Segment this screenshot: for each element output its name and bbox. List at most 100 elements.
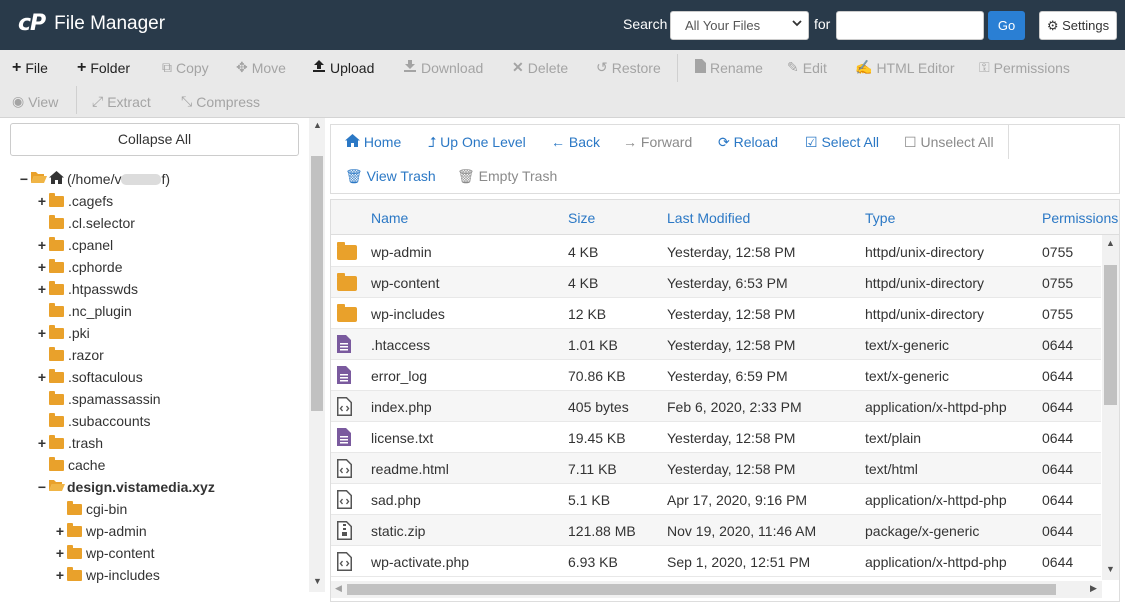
new-file-button[interactable]: + File: [12, 59, 48, 77]
scroll-up-arrow-icon[interactable]: ▲: [313, 120, 322, 130]
up-one-level-button[interactable]: ⮥ Up One Level: [428, 134, 526, 151]
home-button[interactable]: Home: [345, 134, 401, 150]
tree-item[interactable]: .nc_plugin: [36, 300, 132, 322]
search-input[interactable]: [836, 11, 984, 40]
tree-root[interactable]: − (/home/v f): [18, 168, 170, 190]
tree-item[interactable]: cache: [36, 454, 105, 476]
compress-button[interactable]: ⤡ Compress: [181, 93, 260, 110]
select-all-button[interactable]: ☑ Select All: [805, 134, 879, 151]
empty-trash-button[interactable]: 🗑 Empty Trash: [457, 168, 557, 185]
scroll-down-arrow-icon[interactable]: ▼: [1106, 564, 1115, 574]
tree-item[interactable]: + .trash: [36, 432, 103, 454]
home-icon: [49, 171, 64, 187]
search-scope-select[interactable]: All Your Files: [670, 11, 809, 40]
collapse-all-button[interactable]: Collapse All: [10, 123, 299, 156]
tree-item[interactable]: .razor: [36, 344, 104, 366]
file-name: error_log: [371, 368, 428, 384]
expand-toggle[interactable]: +: [36, 237, 48, 253]
table-row[interactable]: license.txt 19.45 KB Yesterday, 12:58 PM te…: [331, 422, 1101, 453]
tree-item[interactable]: .cl.selector: [36, 212, 135, 234]
collapse-toggle[interactable]: −: [18, 171, 30, 187]
cpanel-logo[interactable]: cP: [18, 11, 46, 36]
tree-scrollbar[interactable]: ▲ ▼: [309, 118, 325, 592]
edit-button[interactable]: ✎ Edit: [787, 59, 827, 76]
scroll-right-arrow-icon[interactable]: ▶: [1090, 583, 1097, 594]
go-button[interactable]: Go: [988, 11, 1025, 40]
tree-item[interactable]: − design.vistamedia.xyz: [36, 476, 215, 498]
plus-icon: +: [12, 59, 22, 76]
table-row[interactable]: wp-includes 12 KB Yesterday, 12:58 PM httpd…: [331, 298, 1101, 329]
tree-item[interactable]: + wp-content: [54, 542, 154, 564]
html-editor-button[interactable]: ✍ HTML Editor: [855, 59, 955, 76]
forward-button[interactable]: → Forward: [623, 134, 692, 150]
table-vertical-scrollbar[interactable]: ▲ ▼: [1102, 235, 1119, 580]
file-permissions: 0644: [1042, 461, 1074, 477]
unselect-all-button[interactable]: ☐ Unselect All: [904, 134, 994, 151]
tree-item[interactable]: + .htpasswds: [36, 278, 138, 300]
column-header-name[interactable]: Name: [371, 210, 408, 226]
settings-button[interactable]: ⚙ Settings: [1039, 11, 1117, 40]
tree-item[interactable]: + .cphorde: [36, 256, 122, 278]
folder-icon: [49, 192, 64, 207]
column-header-type[interactable]: Type: [865, 210, 895, 226]
tree-item[interactable]: cgi-bin: [54, 498, 127, 520]
tree-item-label: design.vistamedia.xyz: [67, 479, 215, 495]
expand-toggle[interactable]: +: [54, 523, 66, 539]
expand-toggle[interactable]: +: [36, 281, 48, 297]
extract-button[interactable]: ⤢ Extract: [92, 93, 151, 110]
restore-button[interactable]: ↺ Restore: [596, 59, 661, 76]
expand-toggle[interactable]: +: [36, 435, 48, 451]
expand-toggle[interactable]: +: [54, 545, 66, 561]
column-header-permissions[interactable]: Permissions: [1042, 210, 1118, 226]
tree-item[interactable]: + wp-admin: [54, 520, 147, 542]
tree-item[interactable]: + .cpanel: [36, 234, 113, 256]
table-row[interactable]: readme.html 7.11 KB Yesterday, 12:58 PM tex…: [331, 453, 1101, 484]
view-trash-button[interactable]: 🗑 View Trash: [345, 168, 436, 185]
table-horizontal-scrollbar[interactable]: ◀ ▶: [331, 581, 1102, 598]
table-row[interactable]: sad.php 5.1 KB Apr 17, 2020, 9:16 PM applic…: [331, 484, 1101, 515]
download-button[interactable]: Download: [403, 59, 483, 76]
copy-button[interactable]: ⧉ Copy: [162, 59, 209, 76]
upload-icon: [312, 59, 326, 76]
table-row[interactable]: static.zip 121.88 MB Nov 19, 2020, 11:46 A…: [331, 515, 1101, 546]
folder-icon: [49, 258, 64, 273]
view-button[interactable]: ◉ View: [12, 93, 58, 110]
scroll-down-arrow-icon[interactable]: ▼: [313, 576, 322, 586]
move-button[interactable]: ✥ Move: [236, 59, 286, 76]
tree-item[interactable]: + .cagefs: [36, 190, 113, 212]
table-row[interactable]: wp-admin 4 KB Yesterday, 12:58 PM httpd/uni…: [331, 236, 1101, 267]
table-row[interactable]: wp-activate.php 6.93 KB Sep 1, 2020, 12:51…: [331, 546, 1101, 577]
scrollbar-thumb[interactable]: [311, 156, 323, 411]
back-button[interactable]: ← Back: [551, 134, 600, 150]
scrollbar-thumb[interactable]: [1104, 265, 1117, 405]
table-row[interactable]: wp-content 4 KB Yesterday, 6:53 PM httpd/un…: [331, 267, 1101, 298]
tree-item[interactable]: + .softaculous: [36, 366, 143, 388]
new-folder-label: Folder: [90, 60, 131, 76]
expand-toggle[interactable]: +: [54, 567, 66, 583]
rename-button[interactable]: Rename: [695, 59, 763, 76]
reload-button[interactable]: ⟳ Reload: [718, 134, 778, 151]
scroll-left-arrow-icon[interactable]: ◀: [335, 583, 342, 594]
expand-toggle[interactable]: +: [36, 259, 48, 275]
tree-item[interactable]: + .pki: [36, 322, 90, 344]
up-one-level-label: Up One Level: [440, 134, 526, 150]
column-header-size[interactable]: Size: [568, 210, 595, 226]
expand-toggle[interactable]: +: [36, 369, 48, 385]
expand-toggle[interactable]: +: [36, 193, 48, 209]
table-row[interactable]: .htaccess 1.01 KB Yesterday, 12:58 PM text/…: [331, 329, 1101, 360]
scroll-up-arrow-icon[interactable]: ▲: [1106, 238, 1115, 248]
expand-toggle[interactable]: +: [36, 325, 48, 341]
table-row[interactable]: index.php 405 bytes Feb 6, 2020, 2:33 PM ap…: [331, 391, 1101, 422]
file-name: static.zip: [371, 523, 426, 539]
expand-toggle[interactable]: −: [36, 479, 48, 495]
new-folder-button[interactable]: + Folder: [77, 59, 130, 77]
tree-item[interactable]: + wp-includes: [54, 564, 160, 586]
column-header-last-modified[interactable]: Last Modified: [667, 210, 750, 226]
delete-button[interactable]: ✕ Delete: [512, 59, 568, 76]
tree-item[interactable]: .spamassassin: [36, 388, 161, 410]
tree-item[interactable]: .subaccounts: [36, 410, 151, 432]
table-row[interactable]: error_log 70.86 KB Yesterday, 6:59 PM text/…: [331, 360, 1101, 391]
permissions-button[interactable]: ⚿ Permissions: [979, 59, 1070, 76]
scrollbar-thumb[interactable]: [347, 584, 1056, 595]
upload-button[interactable]: Upload: [312, 59, 374, 76]
